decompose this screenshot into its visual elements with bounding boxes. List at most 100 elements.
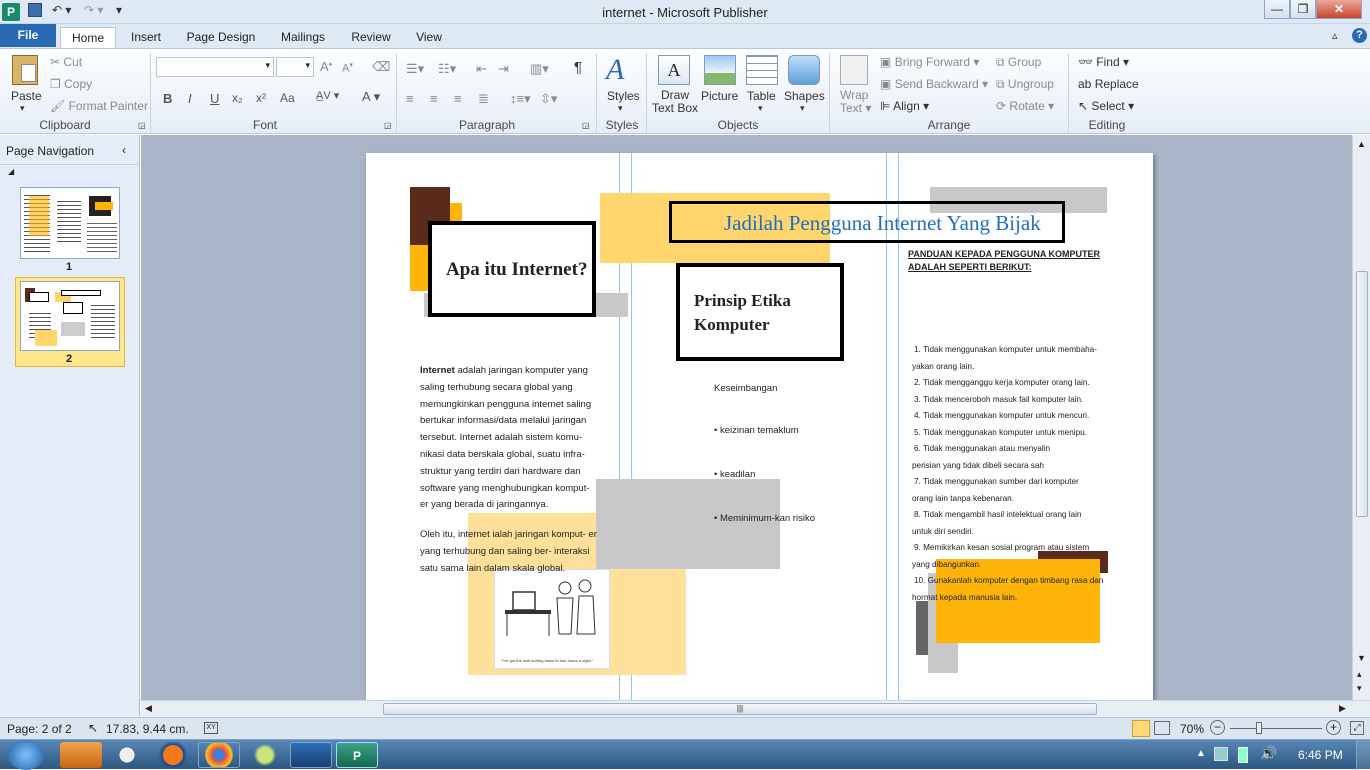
page-indicator[interactable]: Page: 2 of 2: [7, 722, 72, 736]
tab-insert[interactable]: Insert: [120, 27, 172, 48]
copy-button[interactable]: ❐ Copy: [50, 77, 92, 91]
replace-button[interactable]: ab Replace: [1078, 77, 1139, 91]
principle-4[interactable]: • Meminimum-kan risiko: [714, 511, 815, 528]
zoom-slider-thumb[interactable]: [1256, 722, 1262, 734]
expand-section-icon[interactable]: ◢: [8, 167, 14, 176]
clock-gadget-icon[interactable]: [106, 742, 148, 768]
single-page-view-icon[interactable]: [1132, 720, 1150, 737]
dark-gray-bar-right[interactable]: [916, 601, 928, 655]
paste-icon[interactable]: [12, 55, 38, 85]
picture-button[interactable]: Picture: [701, 89, 738, 103]
maximize-button[interactable]: ❐: [1290, 0, 1316, 19]
collapse-ribbon-icon[interactable]: ▵: [1332, 29, 1338, 42]
scroll-down-icon[interactable]: ▼: [1357, 653, 1366, 663]
sticky-notes-icon[interactable]: [244, 742, 286, 768]
two-page-view-icon[interactable]: [1154, 721, 1170, 735]
tab-file[interactable]: File: [0, 24, 56, 47]
principle-1[interactable]: Keseimbangan: [714, 381, 777, 398]
italic-button[interactable]: I: [188, 91, 192, 106]
bring-forward-button[interactable]: ▣ Bring Forward ▾: [880, 55, 979, 69]
start-button-icon[interactable]: [8, 740, 44, 770]
second-paragraph[interactable]: Oleh itu, internet ialah jaringan komput…: [420, 527, 600, 577]
paste-dropdown-icon[interactable]: ▾: [20, 103, 25, 114]
styles-icon[interactable]: A: [606, 53, 624, 87]
font-name-combo[interactable]: ▾: [156, 57, 274, 77]
tab-mailings[interactable]: Mailings: [272, 27, 334, 48]
bold-button[interactable]: B: [163, 91, 172, 106]
cartoon-image[interactable]: "I've got the web surfing down to four h…: [494, 569, 610, 669]
bullets-icon[interactable]: ☰▾: [406, 61, 424, 77]
group-button[interactable]: ⧉ Group: [996, 55, 1041, 70]
tab-view[interactable]: View: [408, 27, 450, 48]
paste-button[interactable]: Paste: [11, 89, 42, 103]
align-right-icon[interactable]: ≡: [454, 91, 462, 106]
minimize-button[interactable]: —: [1264, 0, 1290, 19]
zoom-slider-track[interactable]: [1230, 728, 1322, 729]
close-button[interactable]: ✕: [1316, 0, 1362, 19]
paragraph-launcher-icon[interactable]: ◲: [582, 121, 590, 130]
cut-button[interactable]: ✂ Cut: [50, 55, 82, 69]
shapes-button[interactable]: Shapes: [784, 89, 825, 103]
paragraph-spacing-icon[interactable]: ⇳▾: [540, 91, 557, 107]
rules-list[interactable]: 1. Tidak menggunakan komputer untuk memb…: [912, 342, 1124, 606]
previous-page-icon[interactable]: ▴: [1357, 669, 1362, 680]
numbering-icon[interactable]: ☷▾: [438, 61, 456, 77]
align-left-icon[interactable]: ≡: [406, 91, 414, 106]
panduan-heading[interactable]: PANDUAN KEPADA PENGGUNA KOMPUTER ADALAH …: [908, 248, 1118, 274]
fit-page-icon[interactable]: ⤢: [1350, 721, 1364, 735]
volume-icon[interactable]: 🔊: [1260, 745, 1277, 762]
columns-icon[interactable]: ▥▾: [530, 61, 549, 77]
select-button[interactable]: ↖ Select ▾: [1078, 99, 1134, 113]
intro-paragraph[interactable]: Internet adalah jaringan komputer yang s…: [420, 363, 600, 514]
tab-home[interactable]: Home: [60, 27, 116, 48]
shapes-icon[interactable]: [788, 55, 820, 85]
principle-2[interactable]: • keizinan temaklum: [714, 423, 799, 440]
grow-font-icon[interactable]: A▴: [320, 59, 332, 74]
battery-icon[interactable]: [1238, 747, 1248, 763]
font-launcher-icon[interactable]: ◲: [384, 121, 392, 130]
scroll-right-icon[interactable]: ▶: [1339, 703, 1346, 714]
justify-icon[interactable]: ≣: [478, 91, 489, 107]
zoom-in-icon[interactable]: +: [1326, 720, 1341, 735]
clipboard-launcher-icon[interactable]: ◲: [138, 121, 146, 130]
styles-dropdown-icon[interactable]: ▾: [618, 103, 623, 114]
ungroup-button[interactable]: ⧉ Ungroup: [996, 77, 1054, 92]
draw-text-box-button[interactable]: Draw Text Box: [652, 89, 698, 115]
shapes-dropdown-icon[interactable]: ▾: [800, 103, 805, 114]
page-thumbnail-2[interactable]: [20, 281, 120, 351]
decrease-indent-icon[interactable]: ⇤: [476, 61, 487, 77]
find-button[interactable]: 👓 Find ▾: [1078, 55, 1129, 69]
styles-button[interactable]: Styles: [607, 89, 640, 103]
zoom-out-icon[interactable]: −: [1210, 720, 1225, 735]
table-dropdown-icon[interactable]: ▾: [758, 103, 763, 114]
send-backward-button[interactable]: ▣ Send Backward ▾: [880, 77, 988, 91]
principle-3[interactable]: • keadilan: [714, 467, 755, 484]
character-spacing-icon[interactable]: A̲V ▾: [316, 89, 339, 102]
clear-formatting-icon[interactable]: ⌫: [372, 59, 390, 75]
align-center-icon[interactable]: ≡: [430, 91, 438, 106]
tab-page-design[interactable]: Page Design: [180, 27, 262, 48]
scroll-up-icon[interactable]: ▲: [1357, 139, 1366, 149]
picture-icon[interactable]: [704, 55, 736, 85]
vertical-scrollbar[interactable]: ▲ ▼ ▴ ▾: [1352, 135, 1370, 700]
dvd-maker-icon[interactable]: [290, 742, 332, 768]
help-icon[interactable]: ?: [1352, 28, 1367, 43]
align-button[interactable]: ⊫ Align ▾: [880, 99, 929, 113]
font-size-combo[interactable]: ▾: [276, 57, 314, 77]
scroll-left-icon[interactable]: ◀: [145, 703, 152, 714]
increase-indent-icon[interactable]: ⇥: [498, 61, 509, 77]
wrap-text-button[interactable]: Wrap Text ▾: [840, 89, 871, 115]
heading-main-frame[interactable]: Jadilah Pengguna Internet Yang Bijak: [669, 201, 1065, 243]
publication-page[interactable]: Apa itu Internet? Internet adalah jaring…: [366, 153, 1153, 700]
firefox-icon[interactable]: [152, 742, 194, 768]
chrome-icon[interactable]: [198, 742, 240, 768]
subscript-button[interactable]: x₂: [232, 91, 243, 105]
font-color-icon[interactable]: A ▾: [362, 89, 380, 105]
table-icon[interactable]: [746, 55, 778, 85]
page-thumbnail-1[interactable]: [20, 187, 120, 259]
wrap-text-icon[interactable]: [840, 55, 868, 85]
horizontal-scroll-thumb[interactable]: |||: [383, 703, 1097, 715]
media-player-icon[interactable]: [60, 742, 102, 768]
collapse-pane-icon[interactable]: ‹: [122, 143, 126, 157]
show-marks-button[interactable]: ¶: [574, 59, 582, 76]
